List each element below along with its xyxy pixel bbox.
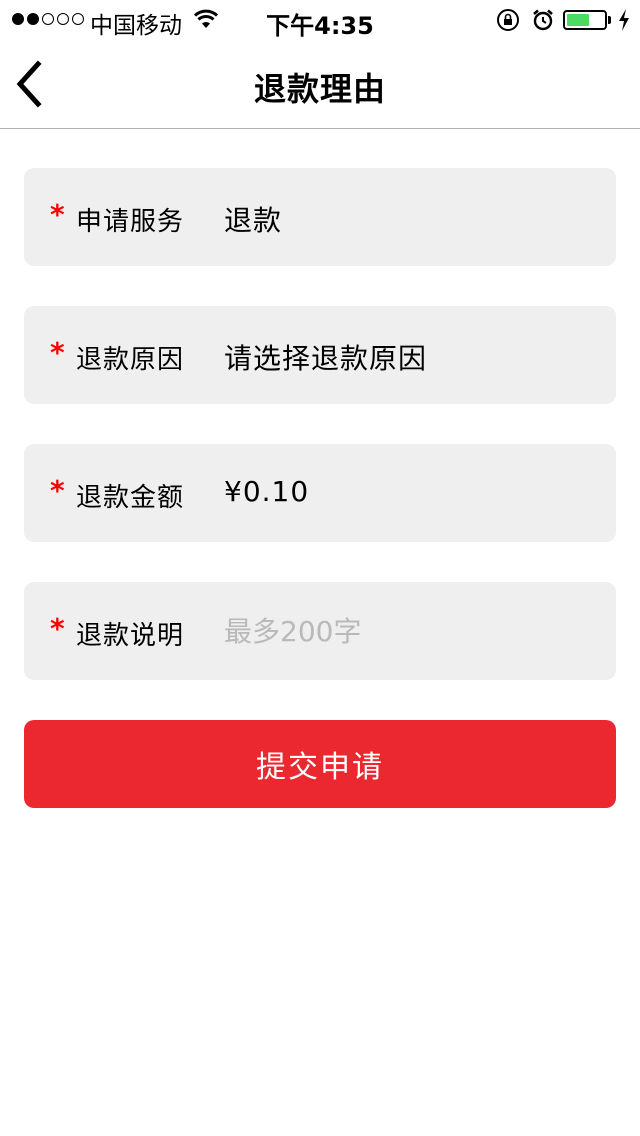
nav-bar: 退款理由 [0, 40, 640, 129]
required-mark: * [50, 474, 65, 507]
amount-label: 退款金额 [76, 483, 185, 513]
required-mark: * [50, 612, 65, 645]
reason-label: 退款原因 [76, 345, 185, 375]
amount-value: ¥0.10 [224, 475, 310, 508]
page-title: 退款理由 [253, 70, 386, 108]
service-label: 申请服务 [76, 207, 185, 237]
note-row: * 退款说明 [24, 582, 616, 680]
amount-row: * 退款金额 ¥0.10 [24, 444, 616, 542]
required-mark: * [50, 336, 65, 369]
required-mark: * [50, 198, 65, 231]
orientation-lock-icon [496, 8, 520, 38]
submit-button[interactable]: 提交申请 [24, 720, 616, 808]
note-input[interactable] [220, 604, 590, 658]
battery-icon [563, 10, 607, 30]
reason-value[interactable]: 请选择退款原因 [224, 337, 427, 377]
battery-cap [608, 16, 611, 24]
alarm-icon [531, 8, 555, 38]
reason-select[interactable]: * 退款原因 请选择退款原因 [24, 306, 616, 404]
charging-bolt-icon [617, 8, 631, 38]
service-row: * 申请服务 退款 [24, 168, 616, 266]
note-label: 退款说明 [76, 621, 185, 651]
status-bar: 中国移动 下午4:35 [0, 0, 640, 40]
service-value: 退款 [224, 204, 283, 237]
